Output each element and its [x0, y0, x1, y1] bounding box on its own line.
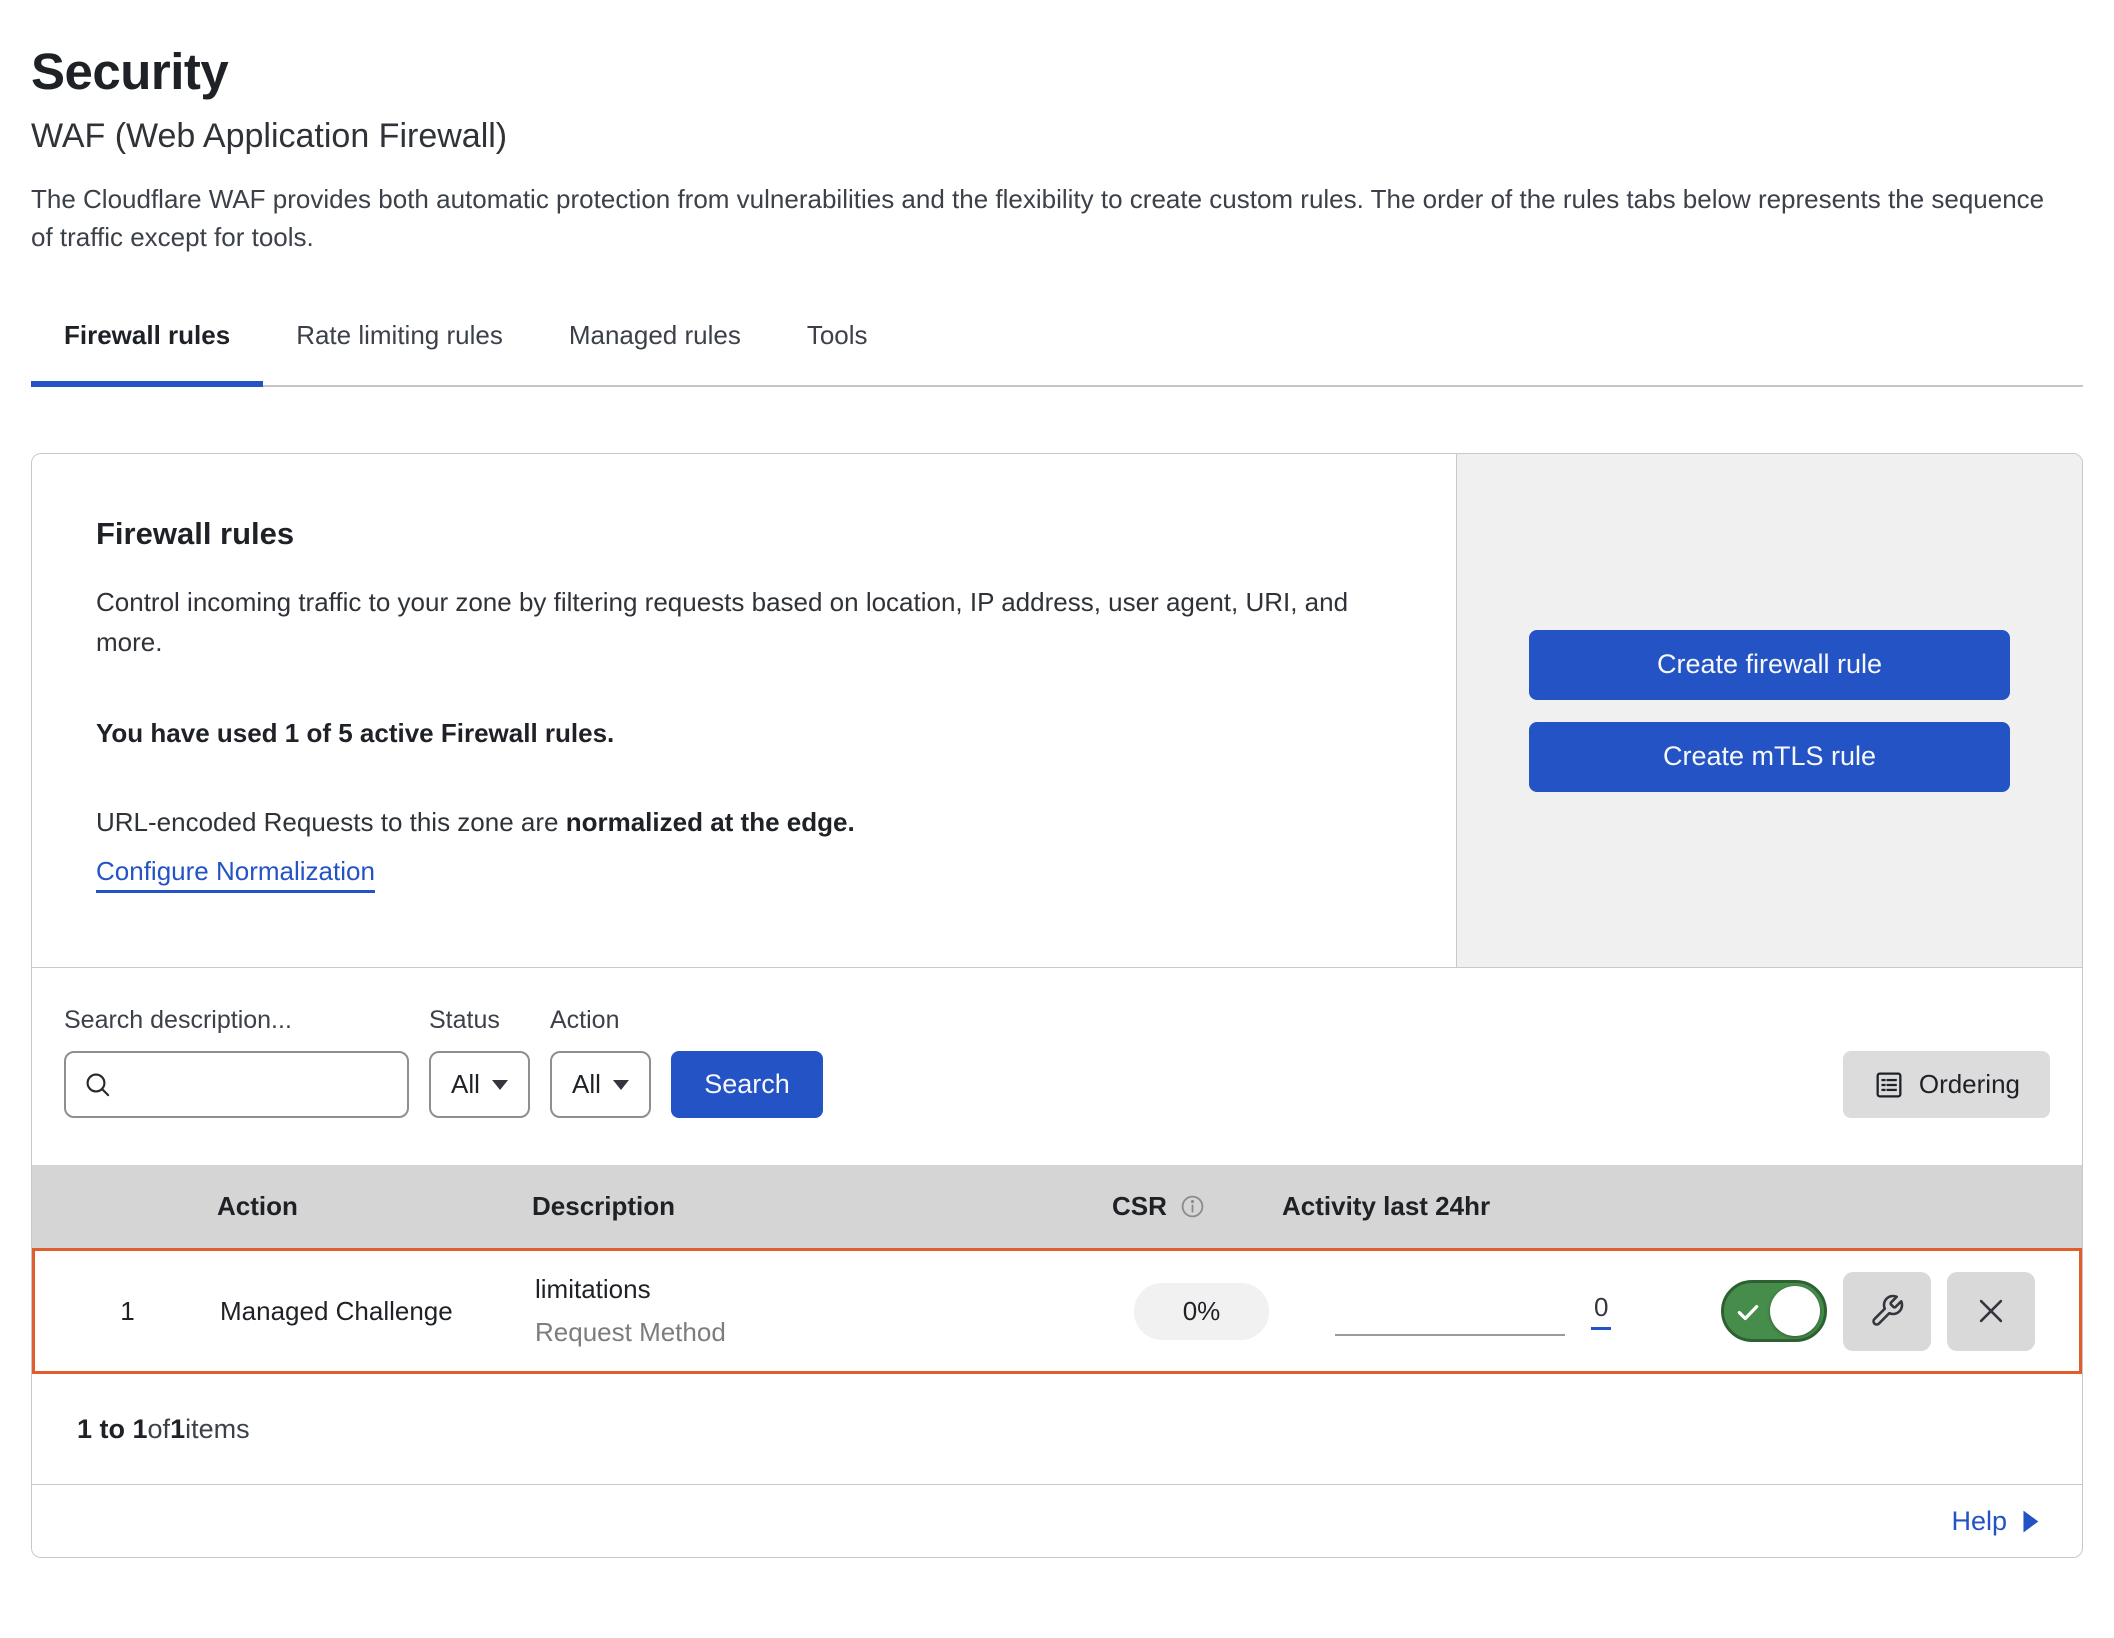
pagination-summary: 1 to 1 of 1 items	[32, 1374, 2082, 1484]
rule-description-cell: limitations Request Method	[535, 1274, 1115, 1348]
search-box[interactable]	[64, 1051, 409, 1118]
csr-badge: 0%	[1134, 1283, 1269, 1340]
ordering-button[interactable]: Ordering	[1843, 1051, 2050, 1118]
action-filter-group: Action All	[550, 1006, 651, 1118]
overview-description: Control incoming traffic to your zone by…	[96, 582, 1392, 662]
page-subtitle: WAF (Web Application Firewall)	[31, 117, 2083, 156]
activity-sparkline	[1335, 1334, 1565, 1336]
firewall-rule-row: 1 Managed Challenge limitations Request …	[32, 1248, 2082, 1374]
firewall-rules-list-card: Search description... Status All Action	[31, 968, 2083, 1558]
create-firewall-rule-button[interactable]: Create firewall rule	[1529, 630, 2010, 700]
usage-summary: You have used 1 of 5 active Firewall rul…	[96, 718, 1392, 749]
rule-csr-cell: 0%	[1115, 1283, 1285, 1340]
action-select[interactable]: All	[550, 1051, 651, 1118]
search-group: Search description...	[64, 1006, 409, 1118]
chevron-down-icon	[613, 1080, 629, 1090]
action-selected-value: All	[572, 1069, 601, 1100]
ordering-button-label: Ordering	[1919, 1069, 2020, 1100]
actions-panel: Create firewall rule Create mTLS rule	[1456, 454, 2082, 967]
normalization-bold: normalized at the edge.	[566, 807, 855, 837]
waf-security-page: Security WAF (Web Application Firewall) …	[0, 0, 2114, 1558]
items-total: 1	[170, 1414, 185, 1445]
rule-action: Managed Challenge	[220, 1296, 535, 1327]
normalization-text: URL-encoded Requests to this zone are	[96, 807, 566, 837]
search-button[interactable]: Search	[671, 1051, 823, 1118]
rule-controls	[1715, 1272, 2079, 1351]
overview-heading: Firewall rules	[96, 516, 1392, 552]
tab-rate-limiting-rules[interactable]: Rate limiting rules	[263, 304, 536, 387]
check-icon	[1735, 1299, 1761, 1325]
page-title: Security	[31, 0, 2083, 101]
delete-rule-button[interactable]	[1947, 1272, 2035, 1351]
status-filter-group: Status All	[429, 1006, 530, 1118]
table-header-row: Action Description CSR Activity last 24h…	[32, 1165, 2082, 1248]
action-column-header: Action	[217, 1191, 532, 1222]
status-select[interactable]: All	[429, 1051, 530, 1118]
tab-firewall-rules[interactable]: Firewall rules	[31, 304, 263, 387]
rule-match-type: Request Method	[535, 1317, 1115, 1348]
description-column-header: Description	[532, 1191, 1112, 1222]
chevron-down-icon	[492, 1080, 508, 1090]
action-label: Action	[550, 1006, 651, 1035]
list-ordering-icon	[1873, 1069, 1905, 1101]
overview-info: Firewall rules Control incoming traffic …	[32, 454, 1456, 967]
tab-managed-rules[interactable]: Managed rules	[536, 304, 774, 387]
status-label: Status	[429, 1006, 530, 1035]
close-icon	[1974, 1294, 2008, 1328]
normalization-note: URL-encoded Requests to this zone are no…	[96, 807, 1392, 838]
search-label: Search description...	[64, 1006, 409, 1035]
activity-column-header: Activity last 24hr	[1282, 1191, 1712, 1222]
tab-tools[interactable]: Tools	[774, 304, 901, 387]
help-row: Help	[32, 1484, 2082, 1557]
rule-description: limitations	[535, 1274, 1115, 1305]
status-selected-value: All	[451, 1069, 480, 1100]
rule-enabled-toggle[interactable]	[1721, 1280, 1827, 1342]
configure-normalization-link[interactable]: Configure Normalization	[96, 856, 375, 893]
edit-rule-button[interactable]	[1843, 1272, 1931, 1351]
create-mtls-rule-button[interactable]: Create mTLS rule	[1529, 722, 2010, 792]
csr-column-header: CSR	[1112, 1191, 1282, 1222]
help-link-label: Help	[1951, 1506, 2007, 1537]
info-icon[interactable]	[1179, 1193, 1206, 1220]
rule-activity-cell: 0	[1285, 1251, 1715, 1371]
search-input[interactable]	[124, 1068, 397, 1101]
rule-priority: 1	[35, 1296, 220, 1327]
search-icon	[82, 1069, 114, 1101]
firewall-rules-overview-card: Firewall rules Control incoming traffic …	[31, 453, 2083, 968]
rules-tab-bar: Firewall rules Rate limiting rules Manag…	[31, 304, 2083, 387]
activity-count-link[interactable]: 0	[1591, 1292, 1611, 1330]
arrow-right-icon	[2021, 1509, 2040, 1534]
items-range: 1 to 1	[77, 1414, 148, 1445]
filter-bar: Search description... Status All Action	[32, 968, 2082, 1165]
help-link[interactable]: Help	[1951, 1506, 2040, 1537]
toggle-knob	[1770, 1286, 1820, 1336]
page-description: The Cloudflare WAF provides both automat…	[31, 180, 2061, 256]
wrench-icon	[1869, 1293, 1905, 1329]
